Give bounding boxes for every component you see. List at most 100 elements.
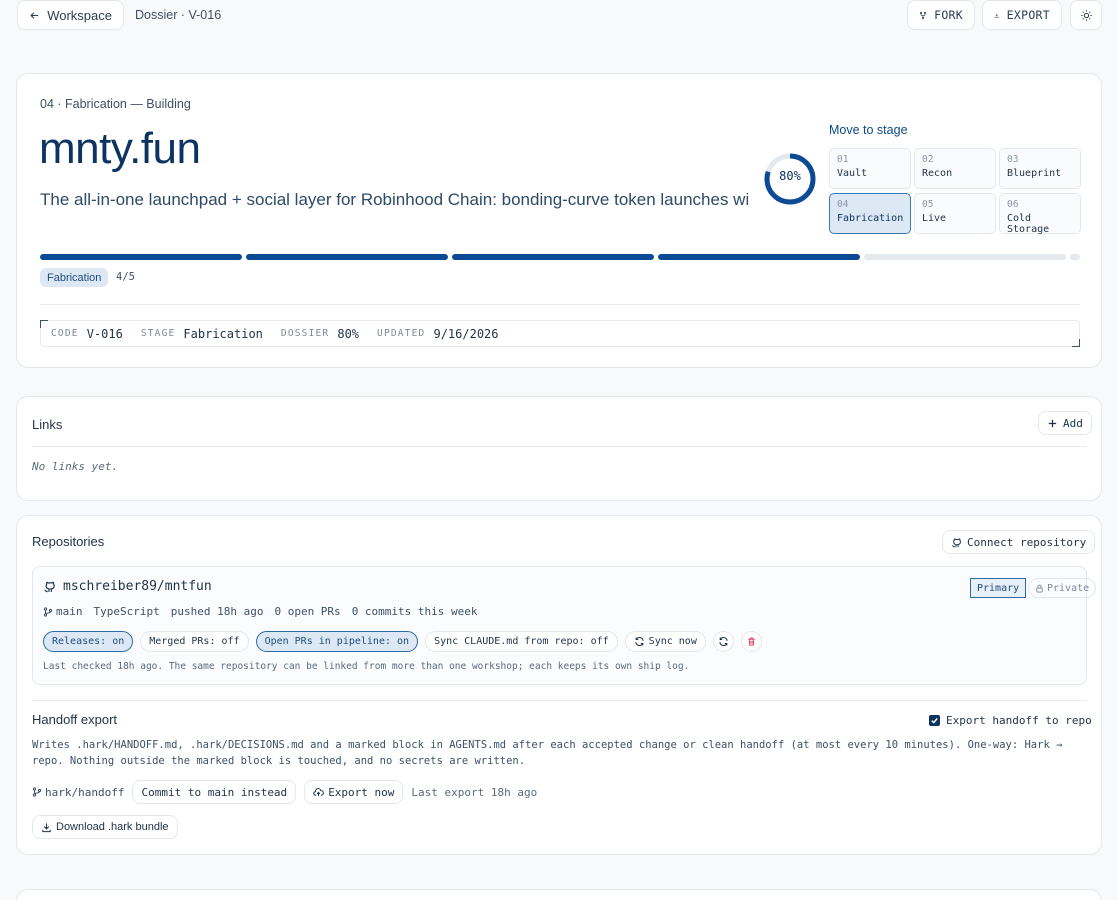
stage-value: Fabrication xyxy=(183,326,263,341)
updated-value: 9/16/2026 xyxy=(433,326,499,341)
handoff-branch-name: hark/handoff xyxy=(45,785,125,799)
stage-name: Blueprint xyxy=(1007,168,1062,179)
open-prs-pipeline-toggle[interactable]: Open PRs in pipeline: on xyxy=(255,631,419,652)
github-icon xyxy=(44,581,55,593)
stage-number: 01 xyxy=(837,154,849,165)
download-icon xyxy=(994,12,1000,18)
repositories-card: Repositories Connect repository mschreib… xyxy=(16,515,1102,855)
merged-prs-toggle[interactable]: Merged PRs: off xyxy=(140,631,249,652)
branch-name: main xyxy=(56,605,83,618)
back-label: Workspace xyxy=(47,7,112,23)
sync-claude-md-toggle[interactable]: Sync CLAUDE.md from repo: off xyxy=(425,631,618,652)
stage-option-vault[interactable]: 01 Vault xyxy=(829,148,911,189)
stage-number: 04 xyxy=(837,199,849,210)
handoff-branch: hark/handoff xyxy=(32,786,124,799)
project-title: mnty.fun xyxy=(39,124,201,173)
fork-label: FORK xyxy=(934,8,963,22)
export-now-button[interactable]: Export now xyxy=(304,780,404,804)
stage-kicker: 04 · Fabrication — Building xyxy=(40,97,191,111)
stage-option-fabrication[interactable]: 04 Fabrication xyxy=(829,193,911,234)
fork-icon xyxy=(919,11,927,19)
theme-toggle-button[interactable] xyxy=(1070,0,1102,30)
releases-toggle[interactable]: Releases: on xyxy=(43,631,134,652)
handoff-export-title: Handoff export xyxy=(32,712,118,727)
progress-segment xyxy=(246,254,449,260)
check-icon xyxy=(931,718,938,724)
sync-now-button[interactable]: Sync now xyxy=(624,631,706,652)
download-icon xyxy=(42,822,51,832)
current-stage-badge: Fabrication xyxy=(40,268,109,287)
private-label: Private xyxy=(1047,582,1090,594)
links-empty-state: No links yet. xyxy=(32,460,119,473)
dossier-meta-strip: CODE V-016 STAGE Fabrication DOSSIER 80%… xyxy=(40,320,1080,347)
stage-option-blueprint[interactable]: 03 Blueprint xyxy=(999,148,1081,189)
divider xyxy=(32,700,1087,701)
export-handoff-label: Export handoff to repo xyxy=(946,714,1092,727)
dossier-value: 80% xyxy=(337,326,360,341)
move-to-stage-heading: Move to stage xyxy=(829,123,908,137)
repository-note: Last checked 18h ago. The same repositor… xyxy=(43,661,690,672)
plus-icon xyxy=(1048,419,1057,427)
handoff-actions: hark/handoff Commit to main instead Expo… xyxy=(32,780,537,804)
github-icon xyxy=(952,538,961,547)
trash-icon xyxy=(748,637,755,646)
divider xyxy=(32,446,1087,447)
primary-badge: Primary xyxy=(970,578,1027,598)
download-bundle-label: Download .hark bundle xyxy=(56,821,169,833)
repository-meta: main TypeScript pushed 18h ago 0 open PR… xyxy=(43,605,478,618)
updated-key: UPDATED xyxy=(377,328,426,339)
repository-name[interactable]: mschreiber89/mntfun xyxy=(63,579,212,594)
refresh-button[interactable] xyxy=(712,631,734,652)
stage-number: 06 xyxy=(1007,199,1019,210)
repository-language: TypeScript xyxy=(93,605,160,618)
lock-icon xyxy=(1036,584,1043,593)
open-prs-count: 0 open PRs xyxy=(274,605,341,618)
sun-icon xyxy=(1080,9,1092,21)
stage-option-live[interactable]: 05 Live xyxy=(914,193,996,234)
corner-mark xyxy=(1072,339,1080,347)
connect-repository-button[interactable]: Connect repository xyxy=(942,530,1096,554)
export-now-label: Export now xyxy=(328,785,395,799)
dossier-overview-card: 04 · Fabrication — Building mnty.fun The… xyxy=(16,73,1102,368)
stage-name: Recon xyxy=(922,168,953,179)
repositories-title: Repositories xyxy=(32,534,105,549)
fork-button[interactable]: FORK xyxy=(907,0,975,30)
breadcrumb: Dossier · V-016 xyxy=(135,8,222,22)
download-bundle-button[interactable]: Download .hark bundle xyxy=(32,815,178,839)
sync-now-label: Sync now xyxy=(648,636,697,647)
repository-settings-chips: Releases: on Merged PRs: off Open PRs in… xyxy=(43,631,762,652)
code-key: CODE xyxy=(51,328,79,339)
corner-mark xyxy=(40,320,48,328)
handoff-description: Writes .hark/HANDOFF.md, .hark/DECISIONS… xyxy=(32,739,1063,767)
stage-progress-bar xyxy=(40,254,1081,260)
sync-icon xyxy=(635,637,644,646)
refresh-icon xyxy=(719,637,728,646)
dossier-key: DOSSIER xyxy=(280,328,330,339)
add-link-button[interactable]: Add xyxy=(1038,411,1092,435)
commit-to-main-button[interactable]: Commit to main instead xyxy=(132,780,297,804)
remove-repository-button[interactable] xyxy=(740,631,762,652)
upload-cloud-icon xyxy=(313,787,325,796)
export-label: EXPORT xyxy=(1006,8,1050,22)
code-value: V-016 xyxy=(86,326,123,341)
stage-selector: 01 Vault 02 Recon 03 Blueprint 04 Fabrication 05… xyxy=(829,148,1081,235)
stage-name: Fabrication xyxy=(837,213,904,224)
repository-item: mschreiber89/mntfun Primary Private main… xyxy=(32,566,1097,685)
top-bar: Workspace Dossier · V-016 FORK EXPORT xyxy=(0,0,1118,30)
export-handoff-checkbox[interactable]: Export handoff to repo xyxy=(929,714,1092,727)
back-to-workspace-button[interactable]: Workspace xyxy=(17,0,124,30)
connect-repository-label: Connect repository xyxy=(967,535,1087,549)
divider xyxy=(40,304,1080,305)
next-card-partial xyxy=(16,889,1102,900)
stage-option-cold-storage[interactable]: 06 Cold Storage xyxy=(999,193,1081,235)
links-title: Links xyxy=(32,417,63,432)
checkbox-checked[interactable] xyxy=(929,715,940,726)
branch-info: main xyxy=(43,605,83,618)
add-link-label: Add xyxy=(1063,416,1083,430)
stage-number: 03 xyxy=(1007,154,1019,165)
branch-icon xyxy=(32,787,42,797)
stage-option-recon[interactable]: 02 Recon xyxy=(914,148,996,189)
export-button[interactable]: EXPORT xyxy=(982,0,1062,30)
private-badge: Private xyxy=(1028,578,1097,598)
last-export-time: Last export 18h ago xyxy=(411,785,538,799)
